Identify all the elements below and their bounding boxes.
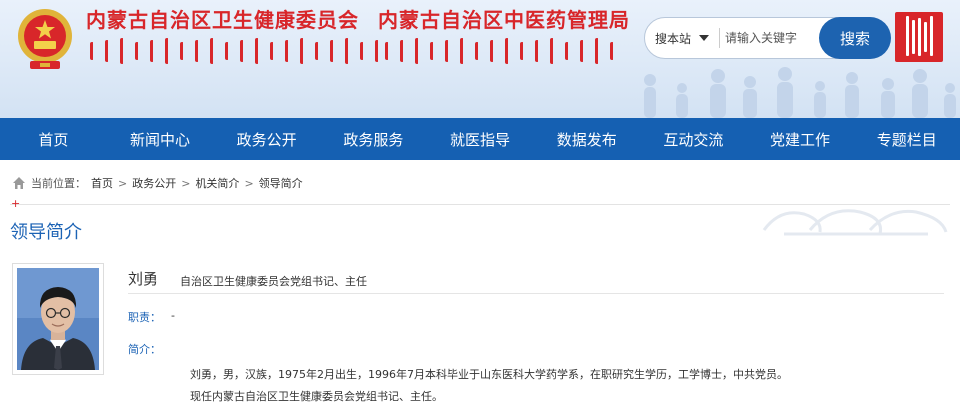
duty-label: 职责： [128,311,161,324]
intro-text-line-2: 现任内蒙古自治区卫生健康委员会党组书记、主任。 [190,390,443,403]
chevron-down-icon [699,35,710,41]
site-header: 内蒙古自治区卫生健康委员会 内蒙古自治区中医药管理局 搜本站 搜索 [0,0,960,118]
people-silhouettes-decoration [644,67,956,118]
home-icon [13,177,25,189]
decorative-cloud-pattern [762,209,948,236]
section-title: 领导简介 [10,222,82,243]
nav-item-special-topics[interactable]: 专题栏目 [853,118,960,160]
mongolian-seal-logo [895,12,943,62]
nav-item-medical-guide[interactable]: 就医指导 [427,118,534,160]
breadcrumb-home-link[interactable]: 首页 [91,175,113,191]
nav-item-data-release[interactable]: 数据发布 [533,118,640,160]
search-scope-select[interactable]: 搜本站 [655,28,710,48]
intro-label: 简介： [128,343,161,356]
breadcrumb-prefix: 当前位置： [31,177,86,190]
search-scope-label: 搜本站 [655,31,692,46]
duty-value: - [171,309,175,322]
breadcrumb-separator: > [118,176,128,190]
nav-item-home[interactable]: 首页 [0,118,107,160]
mongolian-script-title-1 [90,38,379,68]
plus-icon: + [11,197,21,210]
leader-portrait-image [17,268,99,370]
profile-divider [128,293,944,294]
breadcrumb-org-intro-link[interactable]: 机关简介 [195,175,239,191]
mongolian-script-title-2 [385,38,614,68]
breadcrumb-current[interactable]: 领导简介 [259,175,303,191]
search-button[interactable]: 搜索 [819,17,891,59]
national-emblem-logo [18,9,72,69]
nav-item-gov-services[interactable]: 政务服务 [320,118,427,160]
breadcrumb: 当前位置： 首页 > 政务公开 > 机关简介 > 领导简介 [12,174,303,192]
leader-name: 刘勇 [128,270,159,288]
intro-text-line-1: 刘勇，男，汉族，1975年2月出生，1996年7月本科毕业于山东医科大学药学系，… [190,368,788,381]
nav-item-news[interactable]: 新闻中心 [107,118,214,160]
site-title-health-commission: 内蒙古自治区卫生健康委员会 [86,8,359,32]
breadcrumb-separator: > [181,176,191,190]
main-nav: 首页 新闻中心 政务公开 政务服务 就医指导 数据发布 互动交流 党建工作 专题… [0,118,960,160]
nav-item-gov-affairs-open[interactable]: 政务公开 [213,118,320,160]
nav-item-party-building[interactable]: 党建工作 [747,118,854,160]
leader-position: 自治区卫生健康委员会党组书记、主任 [180,275,367,288]
search-divider [719,28,720,48]
site-title-tcm-bureau: 内蒙古自治区中医药管理局 [378,8,630,32]
nav-item-interaction[interactable]: 互动交流 [640,118,747,160]
breadcrumb-separator: > [244,176,254,190]
breadcrumb-gov-affairs-link[interactable]: 政务公开 [132,175,176,191]
leader-photo-frame [12,263,104,375]
search-box: 搜本站 搜索 [644,17,891,59]
search-input[interactable] [725,26,817,50]
